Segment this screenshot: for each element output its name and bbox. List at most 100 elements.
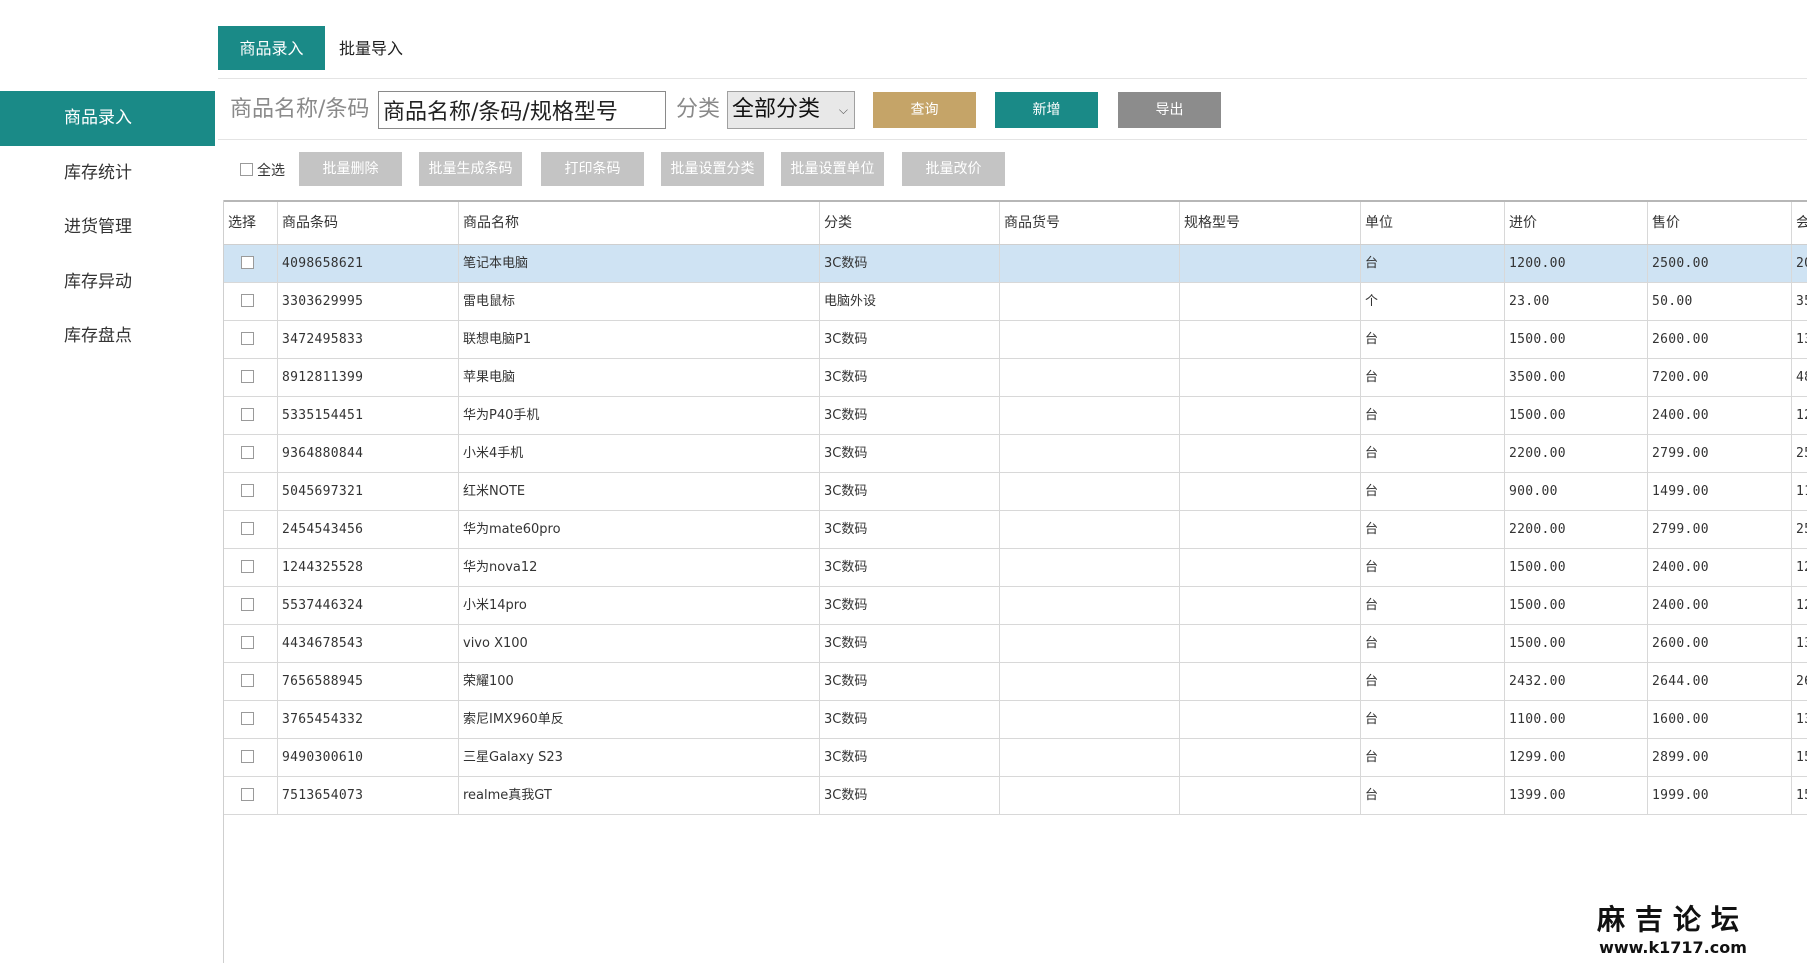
name-cell: 雷电鼠标 bbox=[459, 283, 820, 320]
row-checkbox[interactable] bbox=[224, 473, 278, 510]
unit-cell: 台 bbox=[1361, 777, 1505, 814]
row-checkbox[interactable] bbox=[224, 663, 278, 700]
sidebar-item-label: 进货管理 bbox=[64, 217, 132, 237]
row-checkbox[interactable] bbox=[224, 283, 278, 320]
sale-price-cell: 2799.00 bbox=[1648, 435, 1792, 472]
column-header: 会 bbox=[1796, 215, 1807, 231]
category-cell: 3C数码 bbox=[820, 701, 1000, 738]
sku-cell bbox=[1000, 511, 1180, 548]
sku-cell bbox=[1000, 283, 1180, 320]
sku-cell bbox=[1000, 663, 1180, 700]
add-button[interactable]: 新增 bbox=[995, 92, 1098, 128]
batch-price-button[interactable]: 批量改价 bbox=[902, 152, 1005, 186]
sidebar-item-stocktake[interactable]: 库存盘点 bbox=[0, 309, 215, 363]
table-row[interactable]: 9490300610 三星Galaxy S23 3C数码 台 1299.00 2899.0… bbox=[224, 739, 1807, 777]
category-label: 分类 bbox=[676, 97, 721, 122]
table-row[interactable]: 5335154451华为P40手机3C数码 台1500.002400.00 12 bbox=[224, 397, 1807, 435]
query-button[interactable]: 查询 bbox=[873, 92, 976, 128]
sale-price-cell: 2899.00 bbox=[1648, 739, 1792, 776]
spec-cell bbox=[1180, 625, 1361, 662]
row-checkbox[interactable] bbox=[224, 359, 278, 396]
checkbox-icon[interactable] bbox=[241, 674, 254, 687]
table-row[interactable]: 3472495833联想电脑P13C数码 台1500.002600.00 13 bbox=[224, 321, 1807, 359]
sidebar-item-purchase[interactable]: 进货管理 bbox=[0, 200, 215, 254]
cost-price-cell: 1100.00 bbox=[1505, 701, 1648, 738]
name-cell: 苹果电脑 bbox=[459, 359, 820, 396]
table-row[interactable]: 7513654073 realme真我GT 3C数码 台 1399.00 1999.00 1… bbox=[224, 777, 1807, 815]
checkbox-icon[interactable] bbox=[241, 522, 254, 535]
checkbox-icon[interactable] bbox=[241, 446, 254, 459]
batch-category-button[interactable]: 批量设置分类 bbox=[661, 152, 764, 186]
tab-batch-import[interactable]: 批量导入 bbox=[325, 26, 417, 70]
table-row[interactable]: 9364880844小米4手机3C数码 台2200.002799.00 25 bbox=[224, 435, 1807, 473]
row-checkbox[interactable] bbox=[224, 245, 278, 282]
search-input[interactable] bbox=[378, 91, 666, 129]
checkbox-icon[interactable] bbox=[241, 712, 254, 725]
row-checkbox[interactable] bbox=[224, 739, 278, 776]
barcode-cell: 5045697321 bbox=[278, 473, 459, 510]
row-checkbox[interactable] bbox=[224, 701, 278, 738]
export-button[interactable]: 导出 bbox=[1118, 92, 1221, 128]
table-row[interactable]: 1244325528华为nova123C数码 台1500.002400.00 12 bbox=[224, 549, 1807, 587]
cost-price-cell: 3500.00 bbox=[1505, 359, 1648, 396]
spec-cell bbox=[1180, 663, 1361, 700]
spec-cell bbox=[1180, 549, 1361, 586]
sku-cell bbox=[1000, 397, 1180, 434]
tab-product-entry[interactable]: 商品录入 bbox=[218, 26, 325, 70]
sidebar-item-product-entry[interactable]: 商品录入 bbox=[0, 91, 215, 146]
sale-price-cell: 2500.00 bbox=[1648, 245, 1792, 282]
sale-price-cell: 2644.00 bbox=[1648, 663, 1792, 700]
checkbox-icon bbox=[240, 163, 253, 176]
print-barcode-button[interactable]: 打印条码 bbox=[541, 152, 644, 186]
row-checkbox[interactable] bbox=[224, 321, 278, 358]
checkbox-icon[interactable] bbox=[241, 294, 254, 307]
batch-barcode-button[interactable]: 批量生成条码 bbox=[419, 152, 522, 186]
checkbox-icon[interactable] bbox=[241, 408, 254, 421]
checkbox-icon[interactable] bbox=[241, 788, 254, 801]
row-checkbox[interactable] bbox=[224, 435, 278, 472]
table-row[interactable]: 5537446324小米14pro3C数码 台1500.002400.00 12 bbox=[224, 587, 1807, 625]
row-checkbox[interactable] bbox=[224, 777, 278, 814]
sku-cell bbox=[1000, 435, 1180, 472]
checkbox-icon[interactable] bbox=[241, 332, 254, 345]
row-checkbox[interactable] bbox=[224, 511, 278, 548]
table-row[interactable]: 2454543456 华为mate60pro 3C数码 台 2200.00 2799.00… bbox=[224, 511, 1807, 549]
batch-unit-button[interactable]: 批量设置单位 bbox=[781, 152, 884, 186]
checkbox-icon[interactable] bbox=[241, 750, 254, 763]
table-row[interactable]: 4434678543vivo X1003C数码 台1500.002600.00 13 bbox=[224, 625, 1807, 663]
sale-price-cell: 2600.00 bbox=[1648, 321, 1792, 358]
member-price-cell: 25 bbox=[1796, 446, 1807, 461]
row-checkbox[interactable] bbox=[224, 549, 278, 586]
checkbox-icon[interactable] bbox=[241, 560, 254, 573]
sidebar-item-inventory-change[interactable]: 库存异动 bbox=[0, 255, 215, 309]
name-cell: 华为mate60pro bbox=[459, 511, 820, 548]
checkbox-icon[interactable] bbox=[241, 598, 254, 611]
row-checkbox[interactable] bbox=[224, 625, 278, 662]
sku-cell bbox=[1000, 359, 1180, 396]
category-cell: 3C数码 bbox=[820, 359, 1000, 396]
table-row[interactable]: 8912811399苹果电脑3C数码 台3500.007200.00 48 bbox=[224, 359, 1807, 397]
checkbox-icon[interactable] bbox=[241, 370, 254, 383]
checkbox-icon[interactable] bbox=[241, 256, 254, 269]
sale-price-cell: 2600.00 bbox=[1648, 625, 1792, 662]
batch-delete-button[interactable]: 批量删除 bbox=[299, 152, 402, 186]
select-all-checkbox[interactable]: 全选 bbox=[240, 160, 285, 180]
category-select[interactable]: 全部分类 ⌵ bbox=[727, 91, 855, 129]
cost-price-cell: 2432.00 bbox=[1505, 663, 1648, 700]
unit-cell: 台 bbox=[1361, 473, 1505, 510]
row-checkbox[interactable] bbox=[224, 397, 278, 434]
sidebar-item-inventory-stats[interactable]: 库存统计 bbox=[0, 146, 215, 200]
table-row[interactable]: 3303629995雷电鼠标电脑外设 个23.0050.00 35 bbox=[224, 283, 1807, 321]
unit-cell: 台 bbox=[1361, 625, 1505, 662]
table-row[interactable]: 7656588945荣耀1003C数码 台2432.002644.00 26 bbox=[224, 663, 1807, 701]
table-row[interactable]: 4098658621笔记本电脑3C数码 台1200.002500.00 20 bbox=[224, 245, 1807, 283]
category-cell: 3C数码 bbox=[820, 777, 1000, 814]
row-checkbox[interactable] bbox=[224, 587, 278, 624]
table-row[interactable]: 3765454332 索尼IMX960单反 3C数码 台 1100.00 1600.00 1… bbox=[224, 701, 1807, 739]
unit-cell: 台 bbox=[1361, 397, 1505, 434]
checkbox-icon[interactable] bbox=[241, 636, 254, 649]
checkbox-icon[interactable] bbox=[241, 484, 254, 497]
table-row[interactable]: 5045697321红米NOTE3C数码 台900.001499.00 11 bbox=[224, 473, 1807, 511]
sidebar-item-label: 库存异动 bbox=[64, 272, 132, 292]
category-cell: 3C数码 bbox=[820, 587, 1000, 624]
